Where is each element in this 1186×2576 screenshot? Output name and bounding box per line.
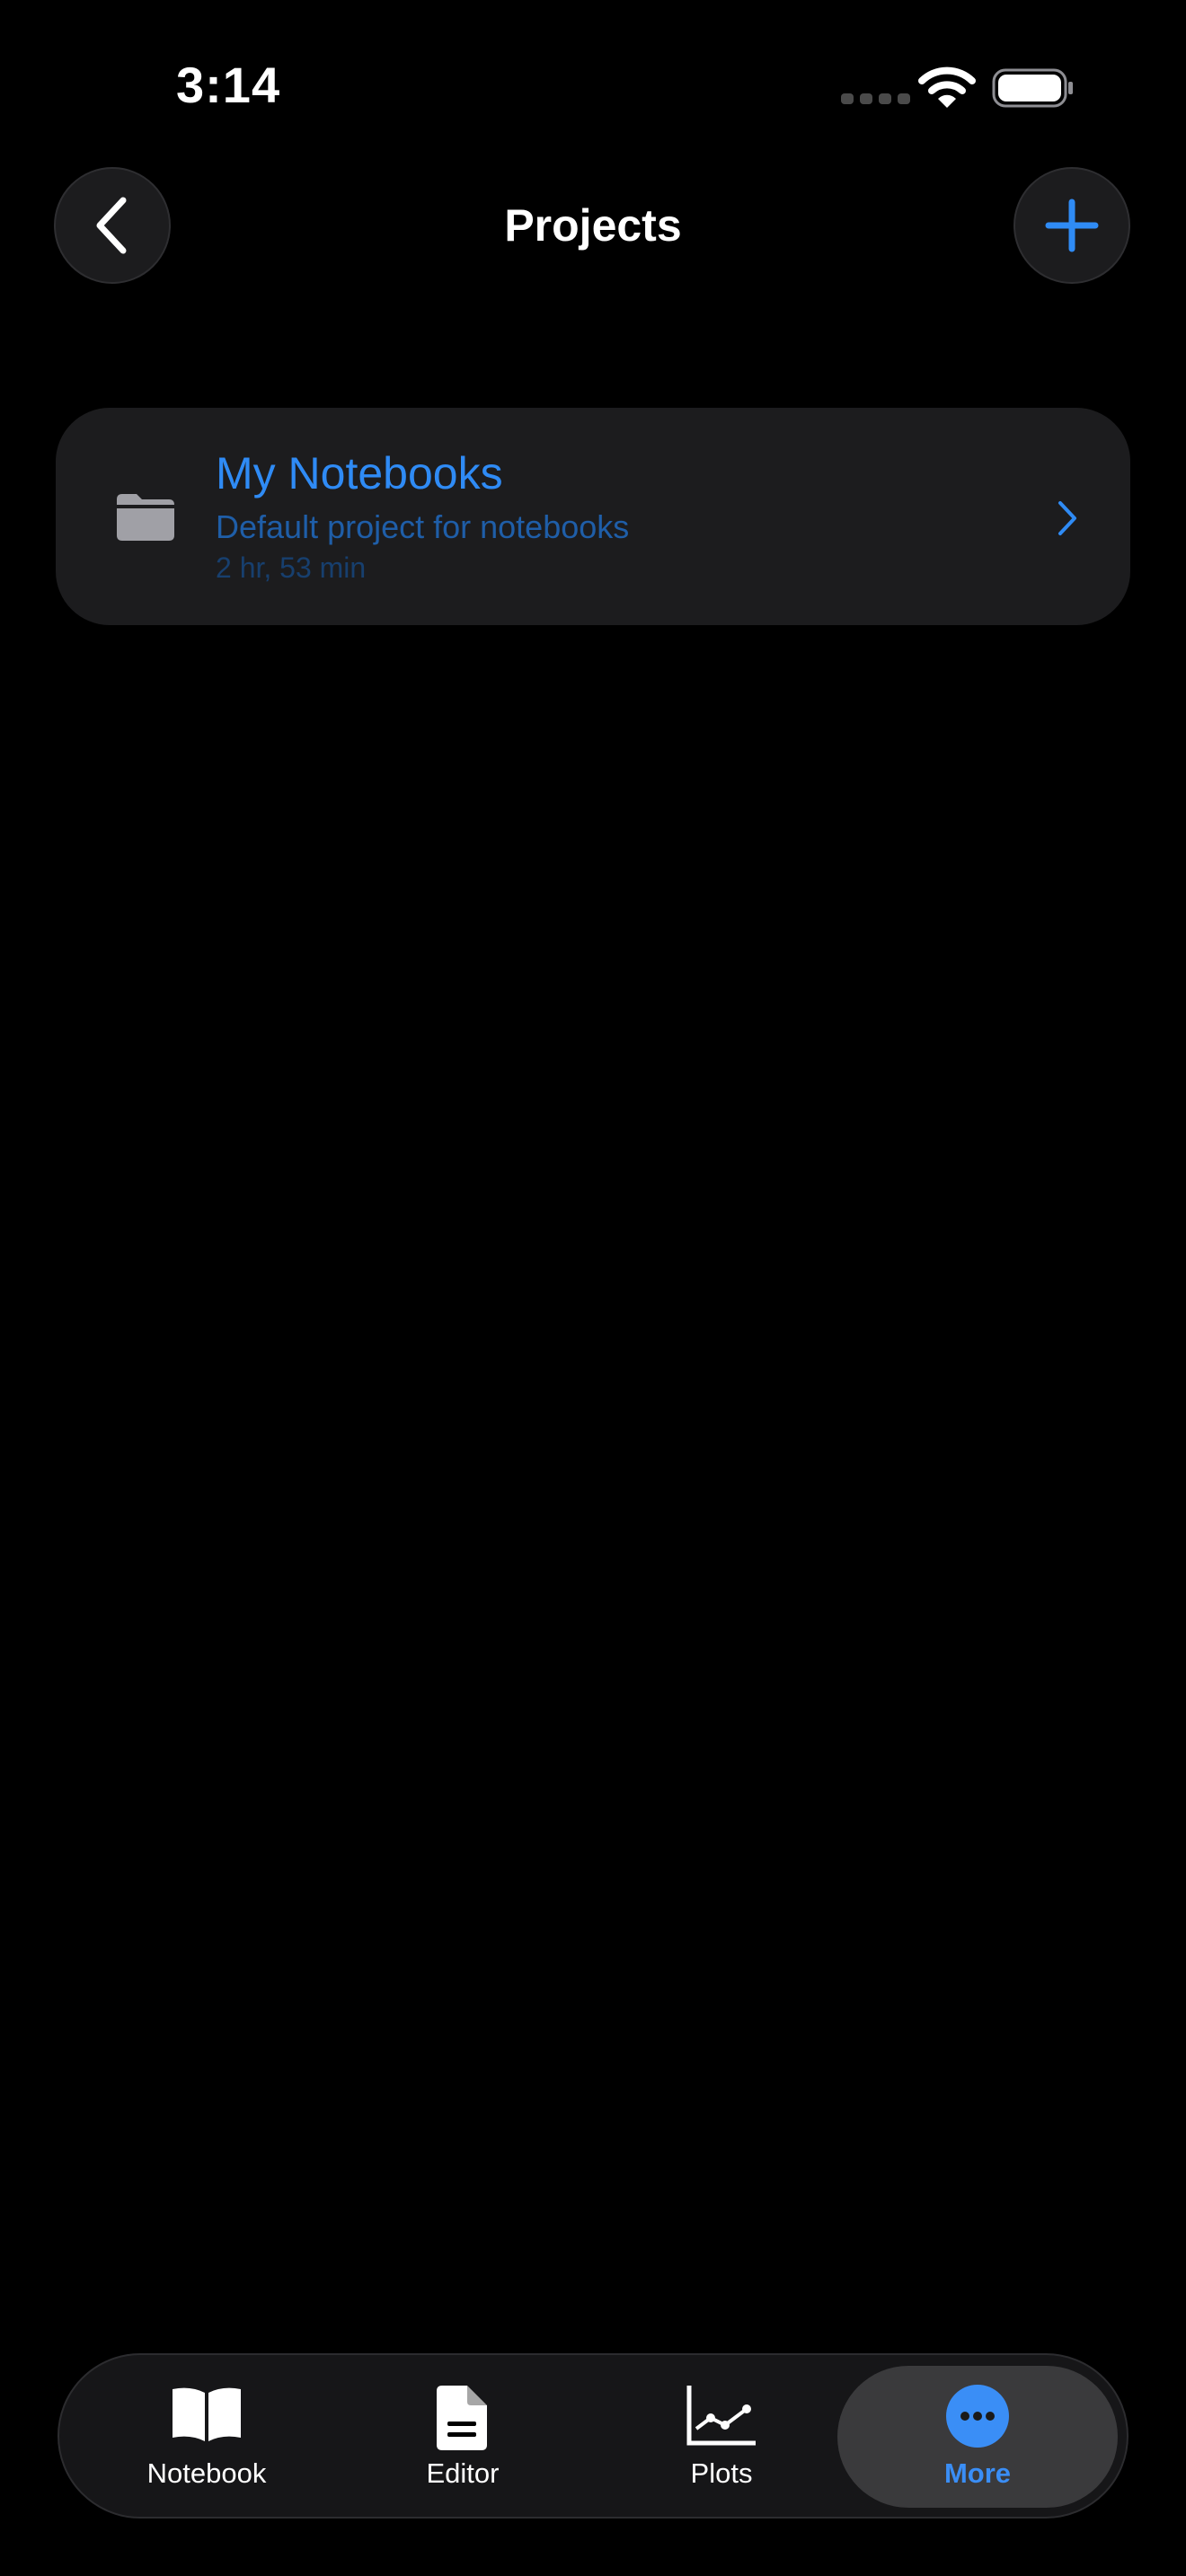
- book-icon: [173, 2387, 241, 2441]
- document-icon: [437, 2386, 487, 2450]
- tab-editor[interactable]: Editor: [359, 2380, 566, 2497]
- cellular-signal-icon: [841, 93, 910, 104]
- chart-icon: [686, 2386, 756, 2446]
- tab-label: More: [943, 2457, 1012, 2489]
- battery-icon: [992, 68, 1073, 108]
- tab-label: Editor: [426, 2457, 500, 2489]
- project-description: Default project for notebooks: [216, 508, 630, 545]
- tab-notebook[interactable]: Notebook: [103, 2380, 310, 2497]
- add-project-button[interactable]: [1013, 167, 1130, 284]
- tab-label: Plots: [690, 2457, 753, 2489]
- page-title: Projects: [504, 200, 682, 251]
- ellipsis-circle-icon: [946, 2385, 1009, 2448]
- project-name: My Notebooks: [216, 448, 503, 498]
- project-duration: 2 hr, 53 min: [216, 551, 367, 584]
- chevron-right-icon: [1058, 501, 1076, 535]
- status-time: 3:14: [176, 57, 281, 113]
- tab-more[interactable]: More: [874, 2380, 1081, 2497]
- wifi-icon: [918, 66, 976, 108]
- folder-icon: [117, 494, 174, 541]
- tab-label: Notebook: [146, 2457, 267, 2489]
- plus-icon: [1045, 198, 1099, 252]
- tab-plots[interactable]: Plots: [618, 2380, 825, 2497]
